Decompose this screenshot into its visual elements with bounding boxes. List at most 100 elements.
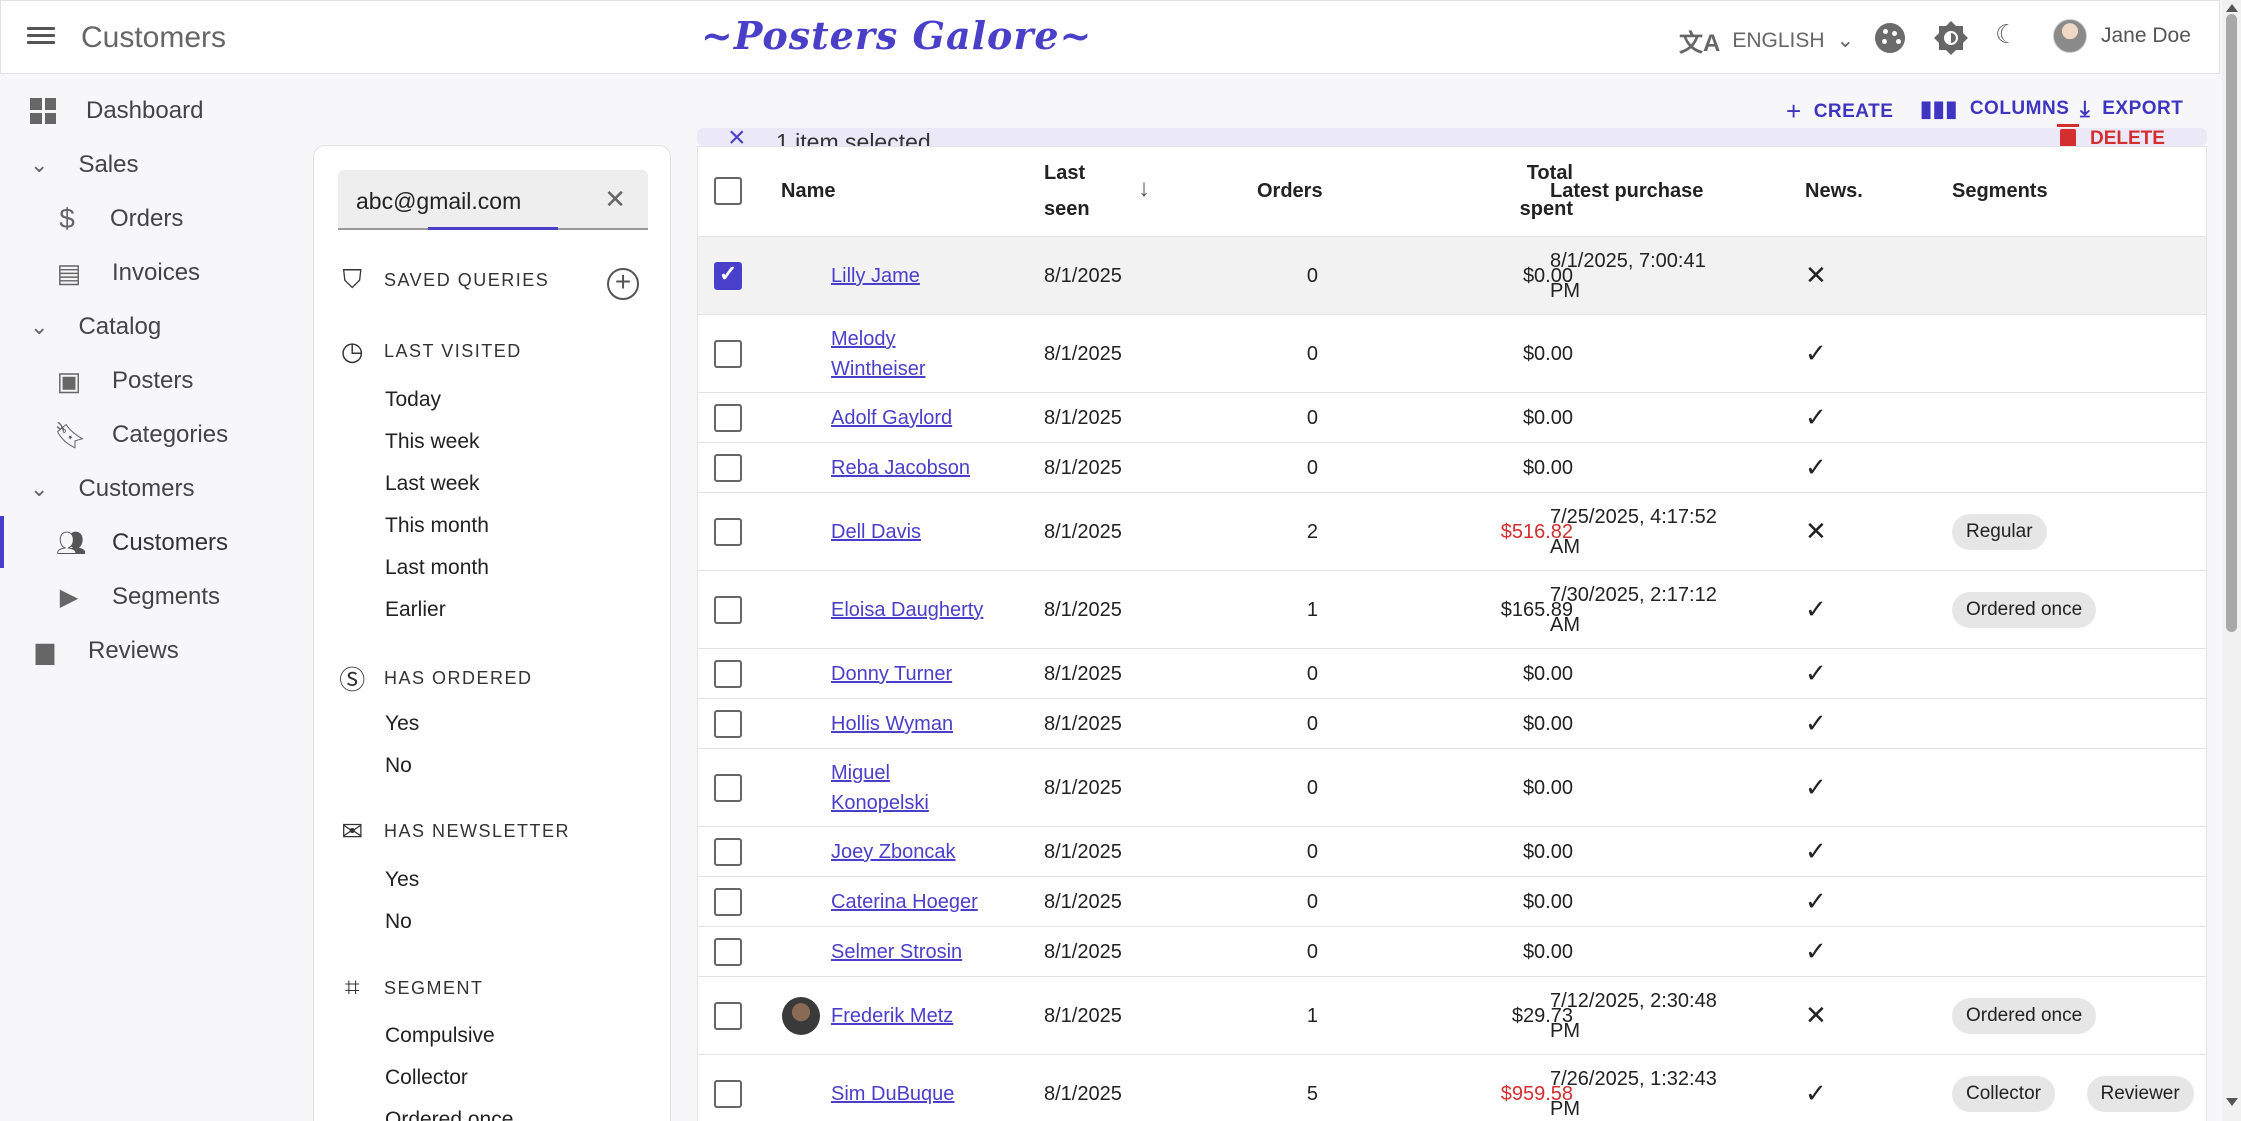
table-row[interactable]: Reba Jacobson 8/1/2025 0 $0.00 ✓	[698, 442, 2206, 492]
filter-item[interactable]: Last month	[385, 556, 489, 580]
last-seen-value: 8/1/2025	[1044, 1005, 1122, 1027]
sidebar-item-customers[interactable]: 👥︎ Customers	[54, 523, 228, 563]
hamburger-menu-icon[interactable]	[27, 23, 57, 53]
customer-name-link[interactable]: Frederik Metz	[831, 1001, 953, 1031]
customer-name-link[interactable]: Hollis Wyman	[831, 709, 953, 739]
close-icon[interactable]: ✕	[604, 184, 626, 215]
sidebar-item-orders[interactable]: $ Orders	[54, 199, 183, 239]
add-circle-icon[interactable]: +	[607, 268, 639, 300]
filter-item[interactable]: Ordered once	[385, 1108, 513, 1121]
customer-name-link[interactable]: Selmer Strosin	[831, 937, 962, 967]
sidebar-group-sales[interactable]: ⌄ Sales	[30, 145, 138, 185]
sidebar-item-dashboard[interactable]: Dashboard	[30, 91, 203, 131]
customer-name-link-line2[interactable]: Konopelski	[831, 788, 929, 818]
row-checkbox[interactable]	[714, 404, 742, 432]
row-checkbox[interactable]	[714, 518, 742, 546]
filter-item[interactable]: This month	[385, 514, 489, 538]
column-header-orders[interactable]: Orders	[1257, 173, 1323, 209]
column-header-last-seen[interactable]: Last	[1044, 155, 1085, 191]
filter-item[interactable]: No	[385, 910, 412, 934]
sidebar-item-invoices[interactable]: ▤ Invoices	[54, 253, 200, 293]
filter-item[interactable]: Yes	[385, 712, 419, 736]
user-menu[interactable]: Jane Doe	[2053, 19, 2191, 53]
scroll-down-arrow[interactable]	[2226, 1098, 2238, 1106]
columns-button[interactable]: ▮▮▮ COLUMNS	[1920, 96, 2069, 122]
customer-name-link[interactable]: Eloisa Daugherty	[831, 595, 983, 625]
customer-name-link[interactable]: Caterina Hoeger	[831, 887, 978, 917]
customer-name-link[interactable]: Lilly Jame	[831, 261, 920, 291]
table-row[interactable]: Hollis Wyman 8/1/2025 0 $0.00 ✓	[698, 698, 2206, 748]
customer-name-link[interactable]: Reba Jacobson	[831, 453, 970, 483]
user-name: Jane Doe	[2101, 24, 2191, 47]
filter-item[interactable]: Today	[385, 388, 441, 412]
moon-icon[interactable]: ☾	[1995, 19, 2025, 49]
table-row[interactable]: Donny Turner 8/1/2025 0 $0.00 ✓	[698, 648, 2206, 698]
total-spent-value: $0.00	[1522, 891, 1573, 913]
customer-name-link-line2[interactable]: Wintheiser	[831, 354, 925, 384]
row-checkbox[interactable]	[714, 340, 742, 368]
row-checkbox[interactable]	[714, 1080, 742, 1108]
dollar-icon: $	[59, 203, 75, 234]
table-row[interactable]: Caterina Hoeger 8/1/2025 0 $0.00 ✓	[698, 876, 2206, 926]
table-row[interactable]: Melody Wintheiser 8/1/2025 0 $0.00 ✓	[698, 314, 2206, 392]
customer-name-link[interactable]: Dell Davis	[831, 517, 921, 547]
table-row[interactable]: Eloisa Daugherty 8/1/2025 1 $165.89 7/30/202…	[698, 570, 2206, 648]
column-header-last-seen-line2[interactable]: seen	[1044, 191, 1090, 227]
filter-item[interactable]: Yes	[385, 868, 419, 892]
row-checkbox[interactable]	[714, 596, 742, 624]
table-row[interactable]: Sim DuBuque 8/1/2025 5 $959.58 7/26/2025, 1:…	[698, 1054, 2206, 1121]
table-row[interactable]: Adolf Gaylord 8/1/2025 0 $0.00 ✓	[698, 392, 2206, 442]
column-header-latest-purchase[interactable]: Latest purchase	[1550, 173, 1703, 209]
row-checkbox[interactable]	[714, 838, 742, 866]
brightness-icon[interactable]	[1934, 21, 1968, 55]
sidebar-item-reviews[interactable]: ▆ Reviews	[30, 631, 179, 671]
filter-item[interactable]: Earlier	[385, 598, 446, 622]
sidebar-group-catalog[interactable]: ⌄ Catalog	[30, 307, 161, 347]
customer-name-link[interactable]: Sim DuBuque	[831, 1079, 954, 1109]
section-label: SEGMENT	[384, 977, 484, 998]
sidebar-item-posters[interactable]: ▣ Posters	[54, 361, 194, 401]
total-spent-value: $0.00	[1522, 777, 1573, 799]
sidebar-item-categories[interactable]: 🔖︎ Categories	[54, 415, 228, 455]
filter-item[interactable]: Collector	[385, 1066, 468, 1090]
export-button[interactable]: ⤓ EXPORT	[2080, 96, 2183, 122]
column-header-name[interactable]: Name	[781, 173, 835, 209]
table-row[interactable]: Selmer Strosin 8/1/2025 0 $0.00 ✓	[698, 926, 2206, 976]
row-checkbox[interactable]	[714, 454, 742, 482]
row-checkbox[interactable]	[714, 888, 742, 916]
filter-item[interactable]: Last week	[385, 472, 480, 496]
chevron-down-icon: ⌄	[30, 314, 49, 339]
scroll-up-arrow[interactable]	[2226, 4, 2238, 12]
select-all-checkbox[interactable]	[714, 177, 742, 205]
columns-icon: ▮▮▮	[1920, 96, 1958, 121]
customer-name-link[interactable]: Miguel	[831, 758, 890, 788]
row-checkbox[interactable]	[714, 1002, 742, 1030]
row-checkbox[interactable]	[714, 774, 742, 802]
arrow-down-icon[interactable]: ↓	[1138, 171, 1150, 207]
customer-name-link[interactable]: Melody	[831, 324, 895, 354]
total-spent-value: $0.00	[1522, 713, 1573, 735]
row-checkbox[interactable]	[714, 938, 742, 966]
filter-item[interactable]: This week	[385, 430, 480, 454]
row-checkbox[interactable]	[714, 660, 742, 688]
create-button[interactable]: + CREATE	[1786, 96, 1893, 127]
column-header-newsletter[interactable]: News.	[1805, 173, 1863, 209]
table-row[interactable]: Dell Davis 8/1/2025 2 $516.82 7/25/2025, 4:1…	[698, 492, 2206, 570]
scrollbar-thumb[interactable]	[2226, 14, 2237, 632]
table-row[interactable]: Frederik Metz 8/1/2025 1 $29.73 7/12/2025, 2…	[698, 976, 2206, 1054]
customer-name-link[interactable]: Joey Zboncak	[831, 837, 956, 867]
table-row[interactable]: Joey Zboncak 8/1/2025 0 $0.00 ✓	[698, 826, 2206, 876]
row-checkbox[interactable]	[714, 261, 742, 290]
row-checkbox[interactable]	[714, 710, 742, 738]
search-input[interactable]: abc@gmail.com ✕	[338, 170, 648, 230]
filter-item[interactable]: No	[385, 754, 412, 778]
palette-icon[interactable]	[1875, 23, 1905, 53]
language-selector[interactable]: 文A ENGLISH ⌄	[1679, 23, 1854, 58]
sidebar-group-customers[interactable]: ⌄ Customers	[30, 469, 194, 509]
customer-name-link[interactable]: Donny Turner	[831, 659, 952, 689]
table-row[interactable]: Lilly Jame 8/1/2025 0 $0.008/1/2025, 7:00:4…	[698, 236, 2206, 314]
customer-name-link[interactable]: Adolf Gaylord	[831, 403, 952, 433]
filter-item[interactable]: Compulsive	[385, 1024, 495, 1048]
sidebar-item-segments[interactable]: ▶ Segments	[54, 577, 220, 617]
table-row[interactable]: Miguel Konopelski 8/1/2025 0 $0.00 ✓	[698, 748, 2206, 826]
